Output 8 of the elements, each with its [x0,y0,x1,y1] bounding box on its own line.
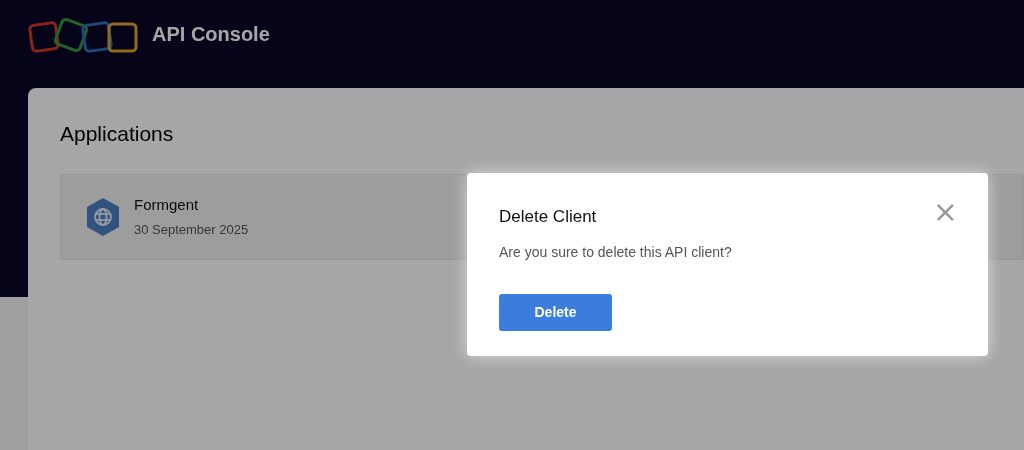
application-name: Formgent [134,195,200,215]
dialog-title: Delete Client [499,206,597,228]
page-heading: Applications [60,121,175,147]
dialog-message: Are you sure to delete this API client? [499,242,733,262]
delete-button[interactable]: Delete [499,293,612,331]
app-title: API Console [152,22,270,47]
globe-icon [85,196,121,237]
application-date: 30 September 2025 [134,220,249,239]
